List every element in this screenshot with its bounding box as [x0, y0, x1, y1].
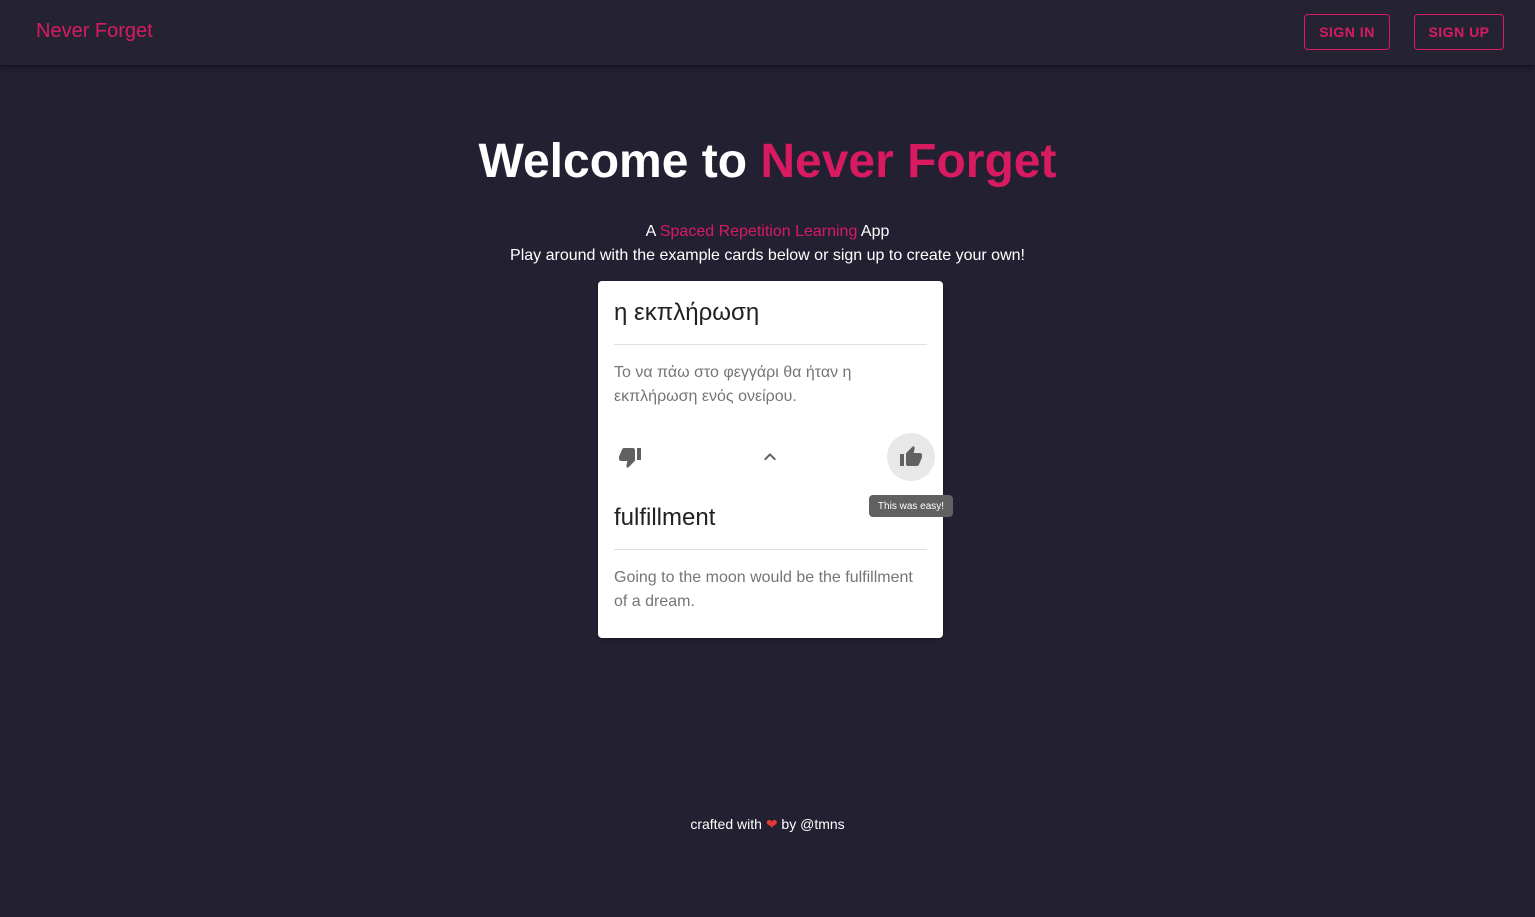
card-back-word: fulfillment	[614, 504, 716, 531]
dislike-button[interactable]	[606, 433, 654, 481]
card-front-word: η εκπλήρωση	[614, 299, 760, 326]
card-front-example: Το να πάω στο φεγγάρι θα ήταν η εκπλήρωσ…	[614, 364, 852, 405]
footer: crafted with ❤ by @tmns	[0, 816, 1535, 833]
heart-icon: ❤	[765, 816, 778, 832]
title-prefix: Welcome to	[478, 135, 761, 188]
card-divider	[614, 549, 927, 550]
expand-button[interactable]	[746, 433, 794, 481]
tagline-line: A Spaced Repetition Learning App	[0, 220, 1535, 244]
app-bar: Never Forget SIGN IN SIGN UP	[0, 0, 1535, 65]
card-back-example: Going to the moon would be the fulfillme…	[614, 569, 913, 610]
like-button[interactable]	[887, 433, 935, 481]
like-tooltip: This was easy!	[869, 495, 953, 517]
page-title: Welcome to Never Forget	[0, 134, 1535, 189]
flashcard: η εκπλήρωση Το να πάω στο φεγγάρι θα ήτα…	[598, 281, 943, 638]
tagline: A Spaced Repetition Learning App Play ar…	[0, 220, 1535, 268]
subtitle: Play around with the example cards below…	[510, 247, 1025, 264]
thumb-down-icon	[619, 448, 641, 468]
tagline-accent: Spaced Repetition Learning	[659, 223, 858, 240]
tagline-suffix: App	[857, 223, 890, 240]
thumb-up-icon	[900, 446, 922, 466]
sign-up-button[interactable]: SIGN UP	[1414, 14, 1504, 50]
tagline-prefix: A	[645, 223, 660, 240]
sign-in-button[interactable]: SIGN IN	[1304, 14, 1390, 50]
brand-logo-text[interactable]: Never Forget	[36, 20, 153, 43]
footer-suffix: by @tmns	[777, 816, 845, 832]
card-divider	[614, 344, 927, 345]
chevron-up-icon	[764, 453, 776, 461]
title-accent: Never Forget	[760, 135, 1057, 188]
footer-prefix: crafted with	[690, 816, 766, 832]
